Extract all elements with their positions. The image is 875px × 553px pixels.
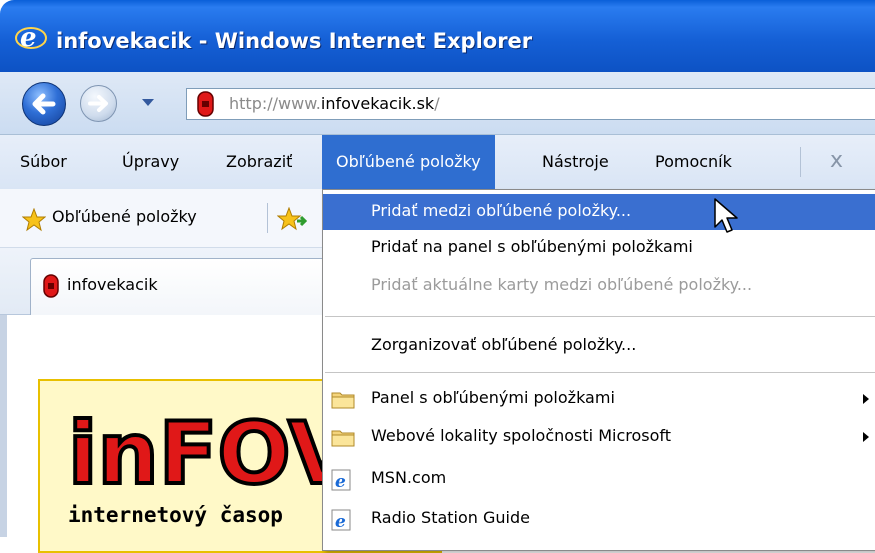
window-title: infovekacik - Windows Internet Explorer	[56, 29, 533, 53]
menu-microsoft-websites-folder[interactable]: Webové lokality spoločnosti Microsoft	[323, 419, 875, 455]
logo-text: inFOV	[68, 404, 355, 498]
address-bar[interactable]: http://www.infovekacik.sk/	[186, 88, 875, 120]
history-dropdown-icon[interactable]	[142, 99, 154, 106]
menu-file[interactable]: Súbor	[20, 135, 67, 189]
menu-favorites-bar-folder[interactable]: Panel s obľúbenými položkami	[323, 381, 875, 417]
site-favicon-icon	[197, 91, 214, 117]
menu-view[interactable]: Zobraziť	[226, 135, 292, 189]
url-text[interactable]: http://www.infovekacik.sk/	[229, 94, 440, 113]
menu-organize-favorites[interactable]: Zorganizovať obľúbené položky...	[323, 328, 875, 364]
menu-help[interactable]: Pomocník	[655, 135, 732, 189]
menu-edit[interactable]: Úpravy	[122, 135, 179, 189]
menu-favorite-link[interactable]: e MSN.com	[323, 461, 875, 497]
title-bar: e infovekacik - Windows Internet Explore…	[0, 0, 875, 72]
ie-page-icon: e	[331, 509, 351, 531]
menu-add-to-favorites[interactable]: Pridať medzi obľúbené položky...	[323, 194, 875, 230]
ie-logo-icon: e	[15, 23, 47, 52]
mouse-cursor-icon	[714, 198, 738, 233]
menu-item-label: MSN.com	[371, 468, 447, 487]
content-frame-border	[0, 315, 7, 537]
favorites-button[interactable]: Obľúbené položky	[52, 207, 197, 226]
menu-item-label: Pridať na panel s obľúbenými položkami	[371, 237, 693, 256]
add-to-favorites-bar-icon[interactable]	[277, 207, 307, 233]
menu-add-to-favorites-bar[interactable]: Pridať na panel s obľúbenými položkami	[323, 230, 875, 266]
url-suffix: /	[434, 94, 440, 113]
arrow-left-icon	[32, 93, 56, 115]
menu-item-label: Zorganizovať obľúbené položky...	[371, 335, 637, 354]
menu-divider	[800, 147, 801, 177]
menu-item-label: Webové lokality spoločnosti Microsoft	[371, 426, 672, 445]
svg-text:e: e	[20, 23, 37, 52]
forward-button[interactable]	[80, 85, 117, 122]
logo-tagline: internetový časop	[68, 503, 283, 527]
menu-add-current-tabs: Pridať aktuálne karty medzi obľúbené pol…	[323, 268, 875, 304]
menu-favorite-link[interactable]: e Radio Station Guide	[323, 501, 875, 537]
favbar-divider	[267, 203, 268, 233]
back-button[interactable]	[22, 82, 66, 126]
menu-separator	[325, 316, 875, 317]
menu-item-label: Pridať aktuálne karty medzi obľúbené pol…	[371, 275, 753, 294]
navigation-bar: http://www.infovekacik.sk/	[0, 72, 875, 135]
url-prefix: http://www.	[229, 94, 321, 113]
menu-bar: Súbor Úpravy Zobraziť Obľúbené položky N…	[0, 135, 875, 189]
folder-icon	[331, 392, 355, 409]
menu-item-label: Panel s obľúbenými položkami	[371, 388, 615, 407]
submenu-arrow-icon	[863, 394, 869, 404]
menu-tools[interactable]: Nástroje	[542, 135, 609, 189]
menu-item-label: Radio Station Guide	[371, 508, 530, 527]
ie-page-icon: e	[331, 469, 351, 491]
menu-favorites[interactable]: Obľúbené položky	[322, 135, 495, 189]
svg-text:e: e	[335, 512, 346, 531]
close-menu-icon[interactable]: x	[830, 148, 843, 173]
site-favicon-icon	[43, 274, 59, 298]
url-host: infovekacik.sk	[320, 94, 435, 113]
tab-infovekacik[interactable]: infovekacik	[30, 258, 352, 315]
favorites-dropdown-menu: Pridať medzi obľúbené položky... Pridať …	[322, 189, 875, 551]
menu-separator	[325, 372, 875, 373]
svg-text:e: e	[335, 472, 346, 491]
tab-title: infovekacik	[67, 275, 158, 294]
submenu-arrow-icon	[863, 432, 869, 442]
folder-icon	[331, 430, 355, 447]
star-icon	[22, 208, 46, 232]
menu-item-label: Pridať medzi obľúbené položky...	[371, 201, 632, 220]
arrow-right-icon	[88, 95, 108, 112]
